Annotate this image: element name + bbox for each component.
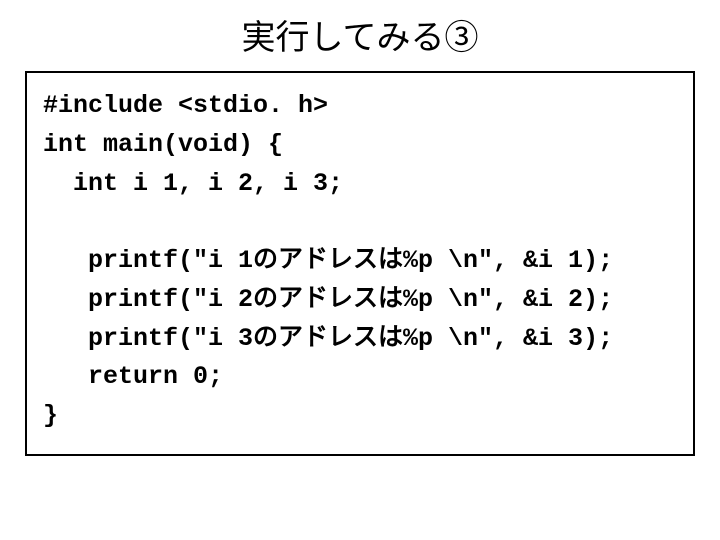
code-line: int i 1, i 2, i 3; xyxy=(43,169,343,198)
code-line: printf("i 3のアドレスは%p \n", &i 3); xyxy=(43,324,613,353)
code-line: return 0; xyxy=(43,362,223,391)
code-line: #include <stdio. h> xyxy=(43,91,328,120)
slide-title: 実行してみる③ xyxy=(25,10,695,59)
code-line: } xyxy=(43,401,58,430)
code-line: int main(void) { xyxy=(43,130,283,159)
code-line: printf("i 1のアドレスは%p \n", &i 1); xyxy=(43,246,613,275)
code-line: printf("i 2のアドレスは%p \n", &i 2); xyxy=(43,285,613,314)
code-block: #include <stdio. h> int main(void) { int… xyxy=(25,71,695,456)
slide: 実行してみる③ #include <stdio. h> int main(voi… xyxy=(0,0,720,540)
